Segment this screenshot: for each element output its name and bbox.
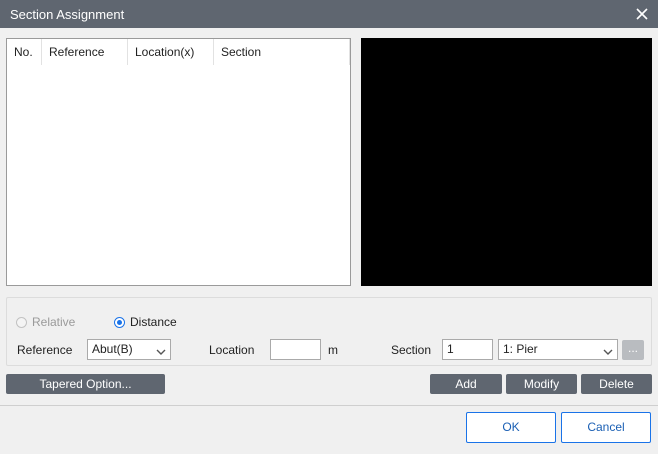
section-list[interactable]: No. Reference Location(x) Section: [6, 38, 351, 286]
window-title: Section Assignment: [10, 7, 125, 22]
add-button[interactable]: Add: [430, 374, 502, 394]
location-unit: m: [328, 343, 338, 357]
distance-radio[interactable]: Distance: [114, 315, 177, 329]
section-value: 1: Pier: [503, 342, 538, 356]
relative-radio[interactable]: Relative: [16, 315, 75, 329]
section-assignment-dialog: Section Assignment No. Reference Locatio…: [0, 0, 658, 454]
tapered-option-button[interactable]: Tapered Option...: [6, 374, 165, 394]
column-header-location[interactable]: Location(x): [128, 39, 214, 65]
section-preview: [361, 38, 652, 286]
distance-label: Distance: [130, 315, 177, 329]
cancel-button[interactable]: Cancel: [561, 412, 651, 443]
reference-label: Reference: [17, 343, 73, 357]
chevron-down-icon: [603, 344, 613, 363]
title-bar: Section Assignment: [0, 0, 658, 28]
section-browse-button[interactable]: ...: [622, 340, 644, 360]
column-header-section[interactable]: Section: [214, 39, 350, 65]
modify-button[interactable]: Modify: [506, 374, 577, 394]
radio-selected-icon: [114, 316, 125, 328]
list-header: No. Reference Location(x) Section: [7, 39, 350, 65]
section-number-input[interactable]: 1: [442, 339, 493, 360]
delete-button[interactable]: Delete: [581, 374, 652, 394]
location-label: Location: [209, 343, 255, 357]
radio-unselected-icon: [16, 316, 27, 328]
column-header-no[interactable]: No.: [7, 39, 42, 65]
reference-value: Abut(B): [92, 342, 133, 356]
section-select[interactable]: 1: Pier: [498, 339, 618, 360]
close-icon[interactable]: [632, 4, 652, 24]
section-label: Section: [391, 343, 432, 357]
column-header-reference[interactable]: Reference: [42, 39, 128, 65]
reference-select[interactable]: Abut(B): [87, 339, 171, 360]
relative-label: Relative: [32, 315, 76, 329]
ok-button[interactable]: OK: [466, 412, 556, 443]
footer-divider: [0, 405, 658, 406]
chevron-down-icon: [156, 344, 166, 363]
location-input[interactable]: [270, 339, 321, 360]
